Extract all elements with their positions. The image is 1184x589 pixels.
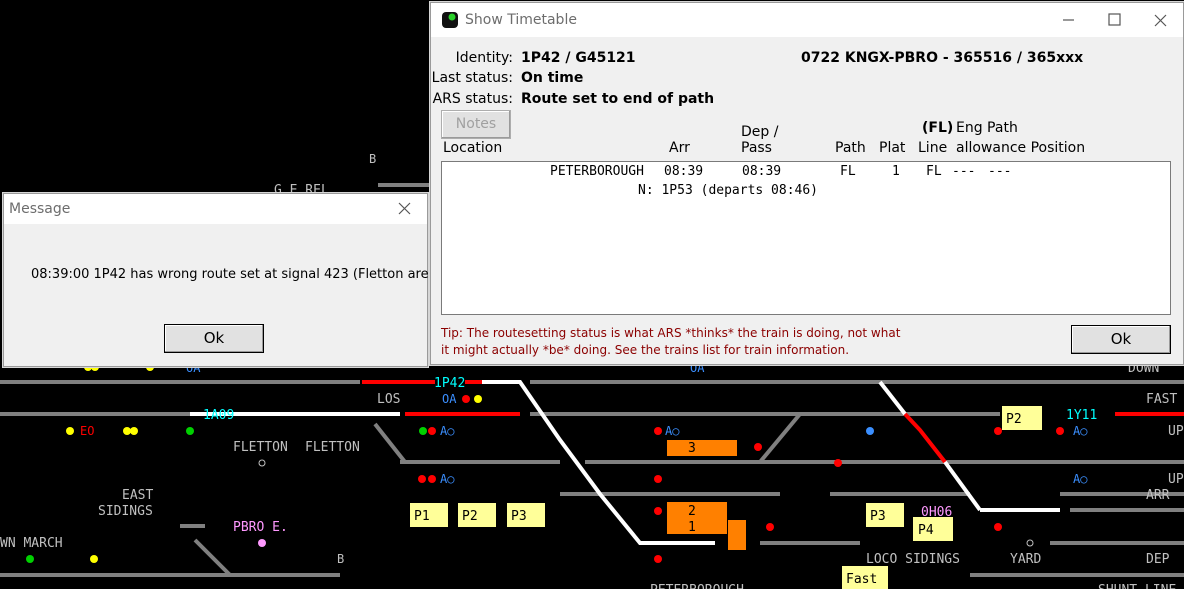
- platform-label: P2: [1006, 412, 1022, 427]
- location-label: UP: [1168, 472, 1184, 487]
- row-path: FL: [840, 164, 856, 179]
- header-line: Line: [918, 140, 948, 156]
- marker-label: EO: [80, 424, 94, 438]
- marker-label: A○: [440, 424, 454, 438]
- platform-label: P4: [918, 523, 934, 538]
- minimize-icon: [1063, 19, 1074, 21]
- header-allowance-position: allowance Position: [956, 140, 1086, 156]
- location-label: FAST: [1146, 392, 1177, 407]
- message-dialog: Message 08:39:00 1P42 has wrong route se…: [3, 193, 442, 367]
- platform-label: P3: [511, 509, 527, 524]
- location-label: SIDINGS: [98, 504, 153, 519]
- location-label: LOS: [377, 392, 400, 407]
- train-1A09[interactable]: 1A09: [203, 408, 234, 423]
- row-location: PETERBOROUGH: [550, 164, 644, 179]
- message-ok-button[interactable]: Ok: [164, 324, 264, 353]
- marker-label: B: [369, 152, 376, 166]
- location-label: SHUNT LINE: [1098, 583, 1176, 589]
- marker-label: A○: [665, 424, 679, 438]
- marker-label: A○: [1073, 472, 1087, 486]
- location-label: FLETTON: [305, 440, 360, 455]
- location-label: UP: [1168, 424, 1184, 439]
- location-label: YARD: [1010, 552, 1041, 567]
- header-dep-2: Pass: [741, 140, 772, 156]
- notes-button[interactable]: Notes: [441, 110, 511, 139]
- marker-label: OA: [442, 392, 457, 406]
- row-pos: ---: [988, 164, 1012, 179]
- header-arr: Arr: [669, 140, 690, 156]
- location-label: FLETTON: [233, 440, 288, 455]
- ars-status-label: ARS status:: [432, 91, 513, 107]
- timetable-title: Show Timetable: [465, 12, 577, 28]
- close-icon: [398, 202, 411, 215]
- row-arr: 08:39: [664, 164, 704, 179]
- header-dep-1: Dep /: [741, 124, 779, 140]
- location-label: EAST: [122, 488, 153, 503]
- last-status-value: On time: [521, 70, 584, 86]
- maximize-icon: [1108, 13, 1121, 26]
- location-label: PBRO E.: [233, 520, 288, 535]
- message-titlebar: Message: [4, 194, 427, 224]
- close-icon: [1154, 14, 1167, 27]
- marker-label: B: [337, 552, 344, 566]
- message-text: 08:39:00 1P42 has wrong route set at sig…: [31, 267, 442, 282]
- identity-label: Identity:: [455, 50, 513, 66]
- last-status-label: Last status:: [431, 70, 513, 86]
- berth-label: 3: [688, 441, 696, 456]
- platform-label: P1: [414, 509, 430, 524]
- platform-label: P3: [870, 509, 886, 524]
- train-1P42[interactable]: 1P42: [434, 376, 465, 391]
- train-1Y11[interactable]: 1Y11: [1066, 408, 1097, 423]
- row-plat: 1: [892, 164, 900, 179]
- app-icon: [441, 11, 459, 29]
- marker-label: A○: [1073, 424, 1087, 438]
- timetable-window: Show Timetable Identity: 1P42 / G45121 0…: [430, 2, 1184, 365]
- location-label: PETERBOROUGH: [650, 583, 744, 589]
- timetable-row[interactable]: PETERBOROUGH 08:39 08:39 FL 1 FL --- ---: [442, 164, 1170, 182]
- platform-label: P2: [462, 509, 478, 524]
- location-label: WN MARCH: [0, 536, 63, 551]
- maximize-button[interactable]: [1091, 3, 1137, 37]
- identity-value: 1P42 / G45121: [521, 50, 636, 66]
- ars-status-value: Route set to end of path: [521, 91, 715, 107]
- location-label: ARR: [1146, 488, 1170, 503]
- header-path: Path: [835, 140, 866, 156]
- timetable-titlebar: Show Timetable: [431, 3, 1183, 37]
- header-eng-path: Eng Path: [956, 120, 1018, 136]
- close-button[interactable]: [381, 194, 427, 224]
- fast-label: Fast: [846, 572, 877, 587]
- service-value: 0722 KNGX-PBRO - 365516 / 365xxx: [801, 50, 1084, 66]
- timetable-list[interactable]: PETERBOROUGH 08:39 08:39 FL 1 FL --- ---…: [441, 161, 1171, 315]
- train-0H06[interactable]: 0H06: [921, 505, 952, 520]
- marker-label: A○: [440, 472, 454, 486]
- berth-label: 1: [688, 520, 696, 535]
- message-title: Message: [9, 201, 71, 217]
- next-train-line: N: 1P53 (departs 08:46): [638, 183, 819, 198]
- header-location: Location: [443, 140, 503, 156]
- location-label: LOCO SIDINGS: [866, 552, 960, 567]
- header-fl: (FL): [922, 120, 954, 136]
- berth-label: 2: [688, 504, 696, 519]
- minimize-button[interactable]: [1045, 3, 1091, 37]
- close-button[interactable]: [1137, 3, 1183, 37]
- row-eng: ---: [952, 164, 976, 179]
- row-dep: 08:39: [742, 164, 782, 179]
- location-label: DEP: [1146, 552, 1170, 567]
- row-line: FL: [926, 164, 942, 179]
- tip-line-1: Tip: The routesetting status is what ARS…: [441, 326, 901, 340]
- track-occupied: [362, 380, 1184, 464]
- header-plat: Plat: [879, 140, 906, 156]
- timetable-ok-button[interactable]: Ok: [1071, 325, 1171, 354]
- tip-line-2: it might actually *be* doing. See the tr…: [441, 343, 850, 357]
